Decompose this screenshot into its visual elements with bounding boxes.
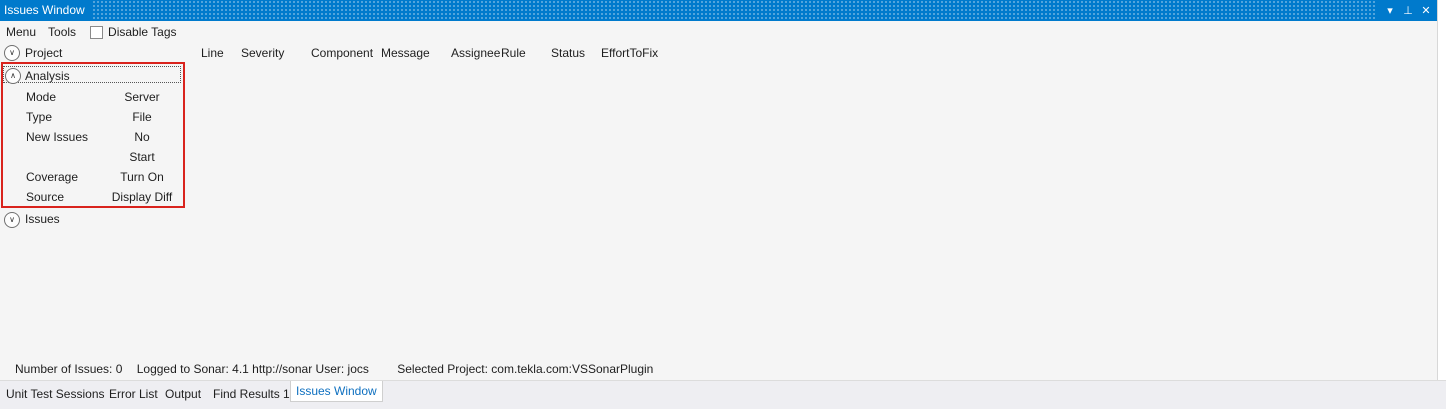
analysis-coverage-value[interactable]: Turn On xyxy=(102,170,182,184)
tab-error-list[interactable]: Error List xyxy=(109,385,158,404)
window-title: Issues Window xyxy=(0,0,91,21)
disable-tags-checkbox[interactable]: Disable Tags xyxy=(90,25,177,39)
column-status[interactable]: Status xyxy=(551,46,585,60)
column-severity[interactable]: Severity xyxy=(241,46,284,60)
analysis-mode-label: Mode xyxy=(26,90,57,104)
logged-info: Logged to Sonar: 4.1 http://sonar User: … xyxy=(136,362,369,376)
section-analysis: Analysis xyxy=(25,69,70,83)
tool-window-tabs: Unit Test Sessions Error List Output Fin… xyxy=(0,380,1446,409)
analysis-coverage-label: Coverage xyxy=(26,170,79,184)
menu-bar: Menu Tools Disable Tags xyxy=(6,24,177,40)
tab-issues-window[interactable]: Issues Window xyxy=(290,381,383,402)
dropdown-icon[interactable]: ▾ xyxy=(1383,4,1397,18)
column-rule[interactable]: Rule xyxy=(501,46,526,60)
close-icon[interactable]: ✕ xyxy=(1419,4,1433,18)
column-line[interactable]: Line xyxy=(201,46,224,60)
expand-issues-button[interactable]: ∨ xyxy=(4,212,20,228)
analysis-new-issues-value[interactable]: No xyxy=(102,130,182,144)
window-controls: ▾ ⊥ ✕ xyxy=(1377,0,1437,21)
analysis-type-value[interactable]: File xyxy=(102,110,182,124)
analysis-start-button[interactable]: Start xyxy=(102,150,182,164)
analysis-source-label: Source xyxy=(26,190,65,204)
analysis-new-issues-label: New Issues xyxy=(26,130,89,144)
expand-project-button[interactable]: ∨ xyxy=(4,45,20,61)
column-component[interactable]: Component xyxy=(311,46,373,60)
section-issues: Issues xyxy=(25,212,60,226)
menu-item-menu[interactable]: Menu xyxy=(6,25,36,39)
vertical-scrollbar[interactable] xyxy=(1437,0,1446,380)
pin-icon[interactable]: ⊥ xyxy=(1401,4,1415,18)
issue-count: Number of Issues: 0 xyxy=(15,362,123,376)
column-message[interactable]: Message xyxy=(381,46,430,60)
menu-item-tools[interactable]: Tools xyxy=(48,25,76,39)
tab-unit-test-sessions[interactable]: Unit Test Sessions xyxy=(6,385,105,404)
analysis-mode-value[interactable]: Server xyxy=(102,90,182,104)
selected-project: Selected Project: com.tekla.com:VSSonarP… xyxy=(397,362,654,376)
section-project: Project xyxy=(25,46,63,60)
column-assignee[interactable]: Assignee xyxy=(451,46,500,60)
disable-tags-label: Disable Tags xyxy=(108,25,177,39)
checkbox-box[interactable] xyxy=(90,25,104,39)
column-effort-to-fix[interactable]: EffortToFix xyxy=(601,46,658,60)
window-title-bar: Issues Window ▾ ⊥ ✕ xyxy=(0,0,1437,21)
tab-find-results-1[interactable]: Find Results 1 xyxy=(213,385,290,404)
collapse-analysis-button[interactable]: ∧ xyxy=(5,68,21,84)
analysis-source-value[interactable]: Display Diff xyxy=(102,190,182,204)
analysis-type-label: Type xyxy=(26,110,53,124)
tab-output[interactable]: Output xyxy=(165,385,201,404)
status-line: Number of Issues: 0 Logged to Sonar: 4.1… xyxy=(15,362,653,376)
